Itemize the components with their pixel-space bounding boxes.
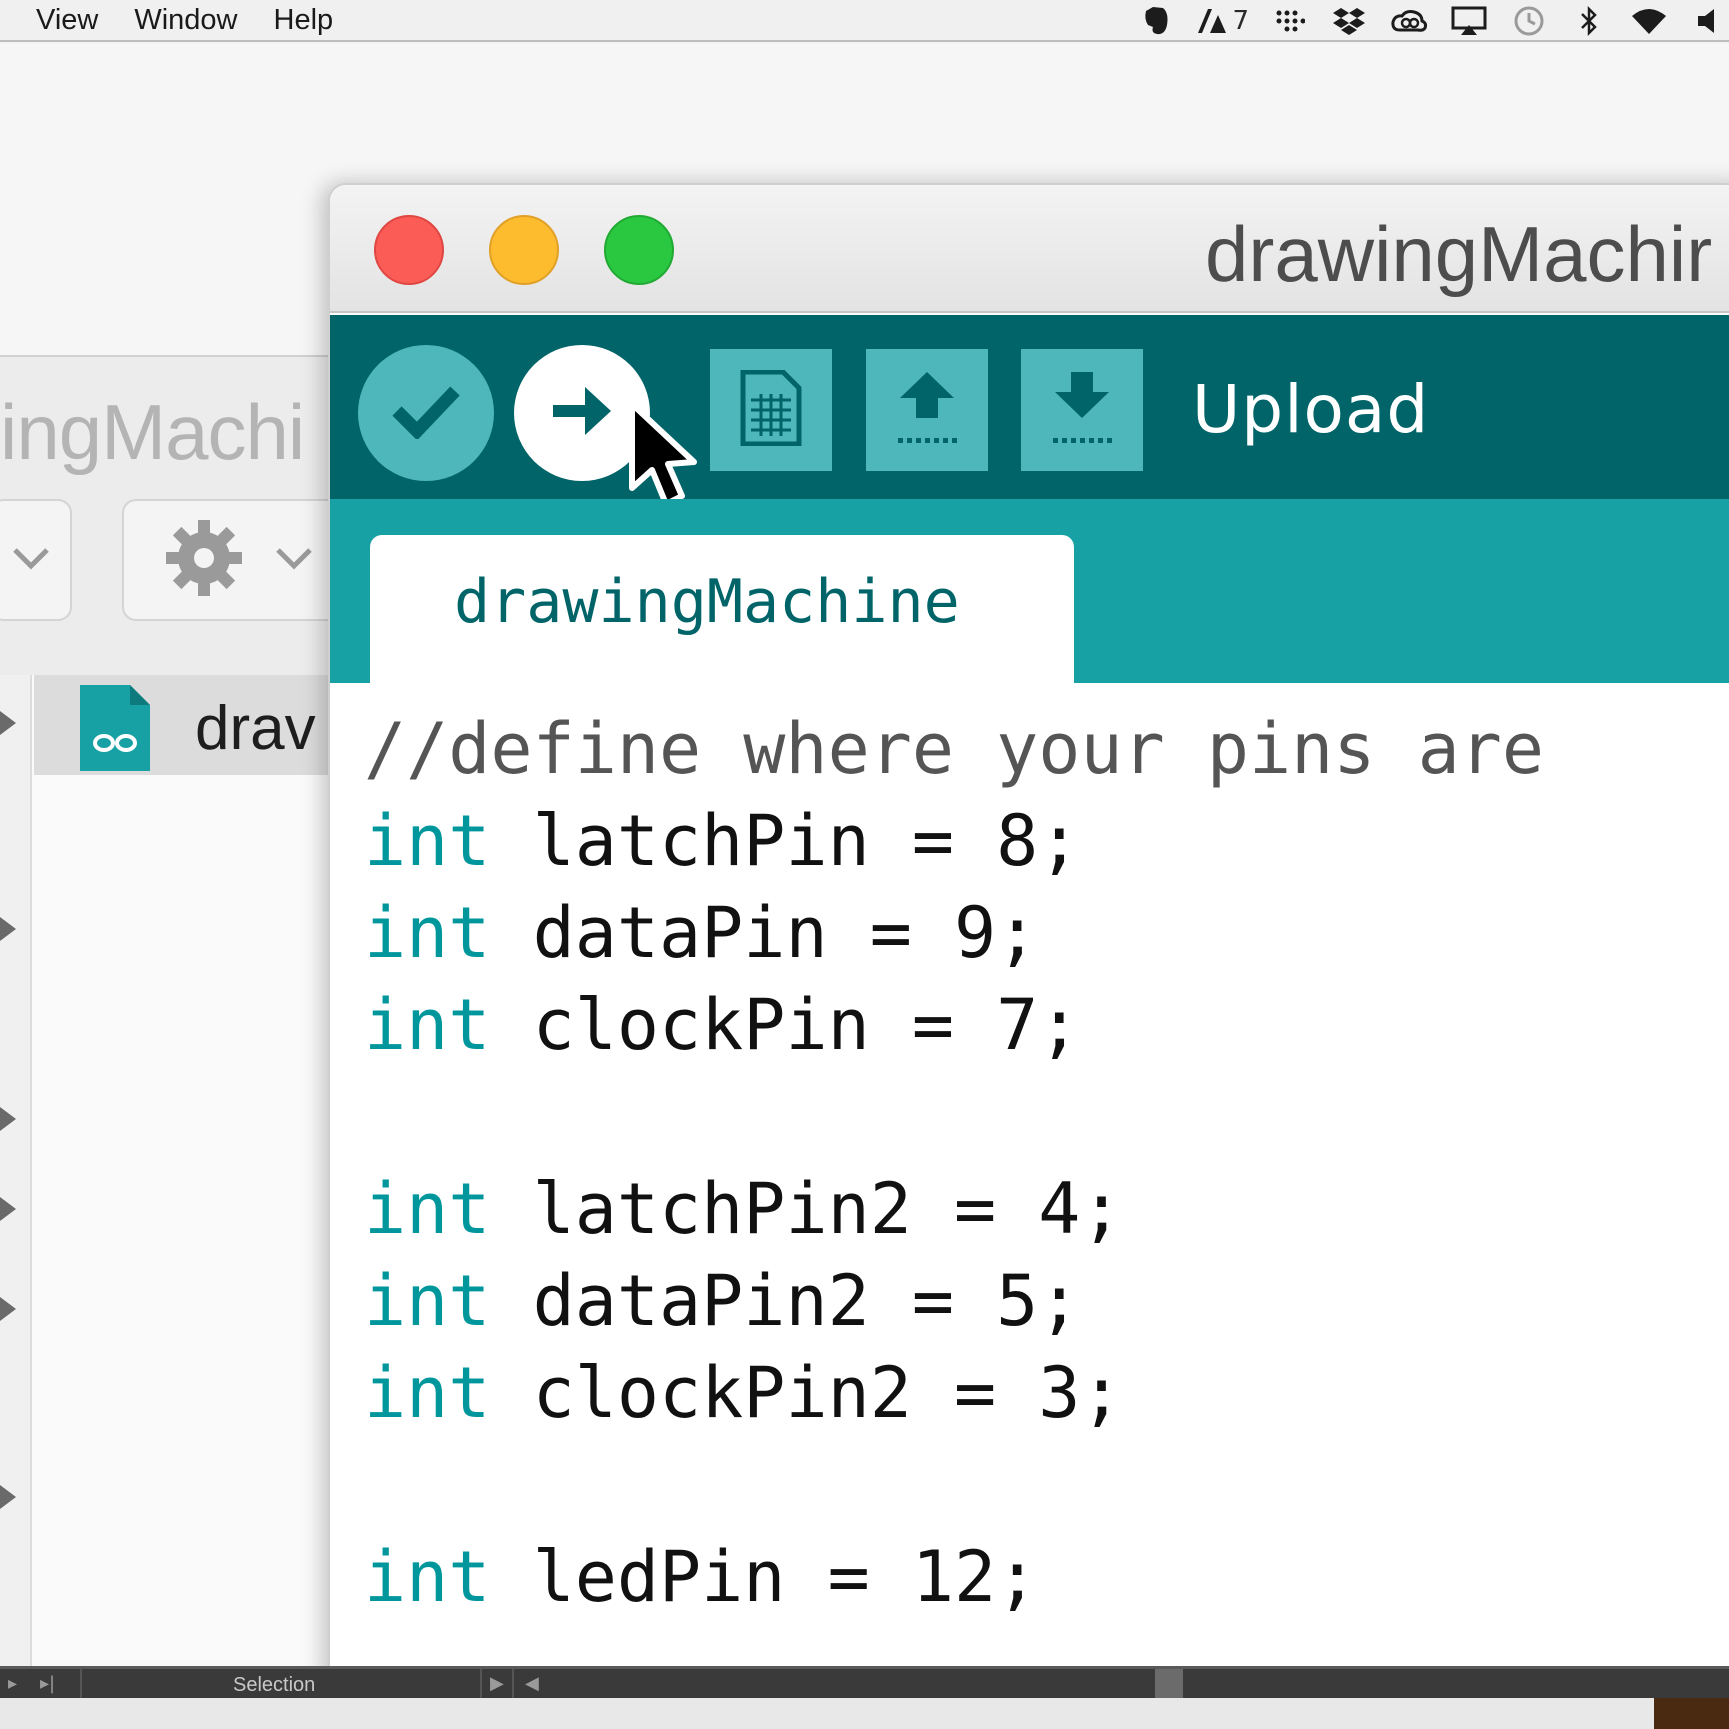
ide-toolbar: Upload [330, 315, 1729, 507]
wifi-icon[interactable] [1629, 0, 1669, 42]
disclosure-triangle-icon[interactable] [0, 917, 16, 941]
arduino-ide-window[interactable]: drawingMachir Upload drawingMachine //de… [328, 183, 1729, 1683]
divider [480, 1669, 482, 1701]
background-window[interactable]: ingMachi drav [0, 355, 352, 1685]
file-name: drav [195, 694, 316, 763]
toolbar-hover-label: Upload [1192, 371, 1430, 448]
disclosure-triangle-icon[interactable] [0, 711, 16, 735]
list-gutter [0, 675, 32, 1685]
bottom-control-bar: ▸ ▸| Selection ▶ ◀ [0, 1666, 1729, 1701]
volume-icon[interactable] [1689, 0, 1729, 42]
time-machine-icon[interactable] [1509, 0, 1549, 42]
new-file-icon [739, 369, 803, 451]
checkmark-icon [391, 383, 461, 444]
window-title: drawingMachir [1205, 210, 1713, 298]
creative-cloud-icon[interactable] [1389, 0, 1429, 42]
new-sketch-button[interactable] [710, 349, 832, 471]
keyword: int [364, 892, 491, 974]
play-icon[interactable]: ▸ [8, 1673, 17, 1694]
menu-window[interactable]: Window [134, 0, 237, 41]
close-button[interactable] [374, 215, 444, 285]
chevron-down-icon [11, 546, 51, 575]
adobe-badge-count: 7 [1232, 6, 1249, 36]
background-window-title: ingMachi [0, 388, 305, 476]
file-list: drav [0, 675, 340, 1685]
verify-button[interactable] [358, 345, 494, 481]
minimize-button[interactable] [489, 215, 559, 285]
code-text: dataPin2 = 5; [490, 1260, 1081, 1342]
keyword: int [364, 984, 491, 1066]
status-icons: 7 [1116, 0, 1729, 42]
disclosure-triangle-icon[interactable] [0, 1297, 16, 1321]
tab-label: drawingMachine [454, 567, 960, 637]
bottom-shelf [0, 1698, 1729, 1729]
chevron-down-icon [274, 546, 314, 575]
divider [80, 1669, 82, 1701]
keyword: int [364, 800, 491, 882]
tab-drawingmachine[interactable]: drawingMachine [370, 535, 1074, 685]
bluetooth-icon[interactable] [1569, 0, 1609, 42]
arrow-left-icon[interactable]: ◀ [525, 1673, 539, 1694]
menu-help[interactable]: Help [274, 0, 334, 41]
keyword: int [364, 1352, 491, 1434]
scrub-handle[interactable] [1155, 1669, 1183, 1701]
zoom-button[interactable] [604, 215, 674, 285]
open-button[interactable] [866, 349, 988, 471]
arrow-right-icon[interactable]: ▶ [490, 1673, 504, 1694]
dropbox-icon[interactable] [1329, 0, 1369, 42]
action-menu-button[interactable] [122, 499, 352, 621]
skip-end-icon[interactable]: ▸| [40, 1673, 55, 1694]
disclosure-triangle-icon[interactable] [0, 1107, 16, 1131]
code-line: int dataPin = 9; [364, 887, 1038, 979]
save-button[interactable] [1021, 349, 1143, 471]
code-line: int ledPin = 12; [364, 1531, 1038, 1623]
code-line: int dataPin2 = 5; [364, 1255, 1080, 1347]
view-dropdown-button[interactable] [0, 499, 72, 621]
keyword: int [364, 1168, 491, 1250]
window-titlebar[interactable]: drawingMachir [330, 185, 1729, 313]
code-line: int latchPin2 = 4; [364, 1163, 1123, 1255]
code-line: int latchPin = 8; [364, 795, 1080, 887]
menu-view[interactable]: View [36, 0, 98, 41]
code-text: clockPin = 7; [490, 984, 1081, 1066]
code-text: clockPin2 = 3; [490, 1352, 1123, 1434]
gear-icon [162, 516, 246, 605]
adobe-icon[interactable]: 7 [1196, 0, 1249, 42]
arrow-up-icon [892, 368, 962, 453]
divider [512, 1669, 514, 1701]
evernote-icon[interactable] [1136, 0, 1176, 42]
code-line: int clockPin2 = 3; [364, 1347, 1123, 1439]
arrow-down-icon [1047, 368, 1117, 453]
arrow-right-icon [549, 383, 615, 444]
code-text: dataPin = 9; [490, 892, 1039, 974]
keyword: int [364, 1260, 491, 1342]
menu-bar: View Window Help 7 [0, 0, 1729, 42]
code-editor[interactable]: //define where your pins are int latchPi… [330, 683, 1729, 1681]
grid-dots-icon[interactable] [1269, 0, 1309, 42]
keyword: int [364, 1536, 491, 1618]
code-line: int clockPin = 7; [364, 979, 1080, 1071]
airplay-icon[interactable] [1449, 0, 1489, 42]
code-text: ledPin = 12; [490, 1536, 1039, 1618]
disclosure-triangle-icon[interactable] [0, 1485, 16, 1509]
code-text: latchPin = 8; [490, 800, 1081, 882]
code-text: latchPin2 = 4; [490, 1168, 1123, 1250]
ide-tab-bar: drawingMachine [330, 499, 1729, 685]
corner-thumbnail [1654, 1698, 1729, 1729]
arduino-file-icon [80, 685, 150, 771]
disclosure-triangle-icon[interactable] [0, 1197, 16, 1221]
code-line: //define where your pins are [364, 708, 1545, 790]
selection-label: Selection [233, 1674, 316, 1696]
